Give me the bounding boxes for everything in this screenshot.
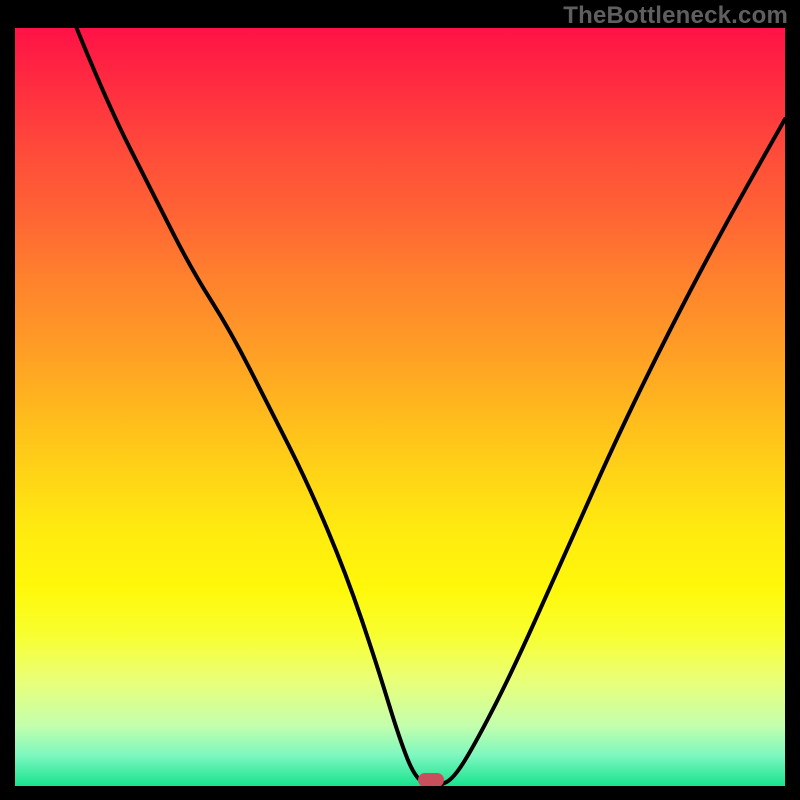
curve-path <box>77 28 785 786</box>
bottleneck-curve <box>15 28 785 786</box>
minimum-marker <box>418 773 444 786</box>
plot-area <box>15 28 785 786</box>
chart-frame: TheBottleneck.com <box>0 0 800 800</box>
watermark-text: TheBottleneck.com <box>563 2 788 30</box>
